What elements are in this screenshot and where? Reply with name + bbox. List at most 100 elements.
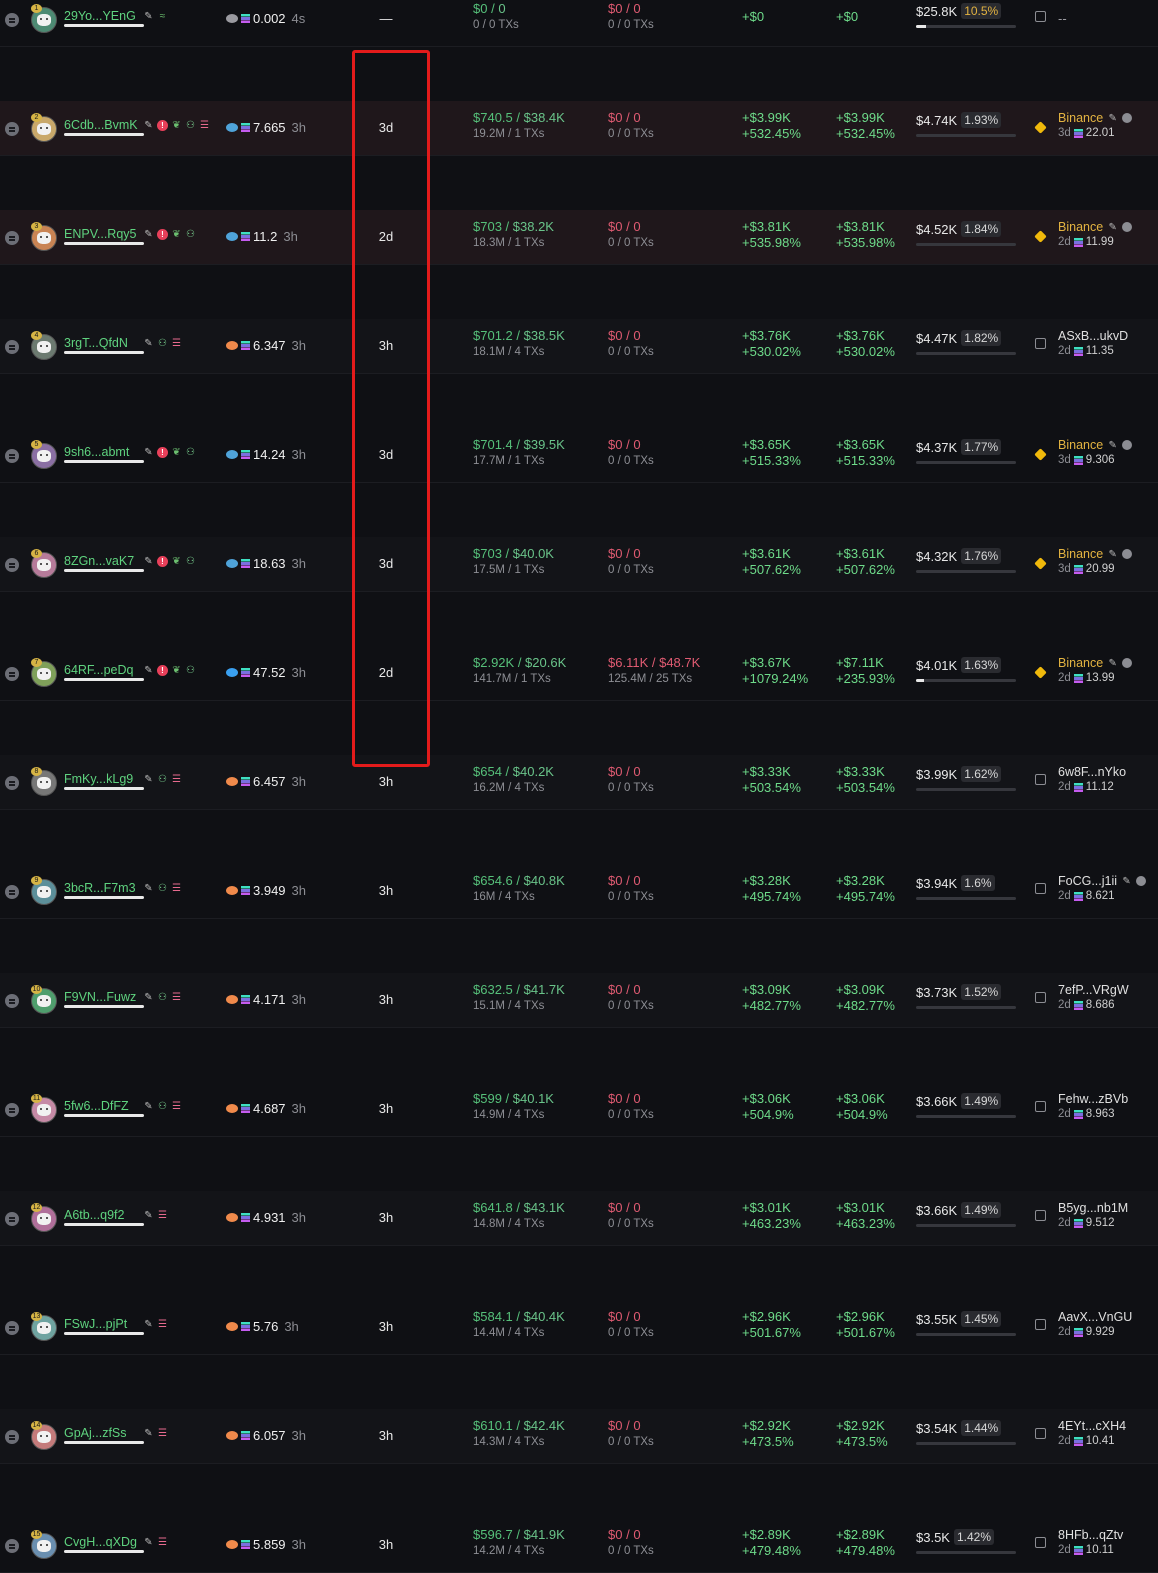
table-row[interactable]: 1 29Yo...YEnG ✎ ≈ 0.002 4s — $0 / 0 0 / 0… [0, 0, 1158, 47]
source-name[interactable]: ASxB...ukvD [1058, 328, 1128, 344]
wallet-name[interactable]: FSwJ...pjPt [64, 1317, 127, 1331]
row-menu-icon[interactable] [5, 776, 19, 790]
wallet-name[interactable]: 6Cdb...BvmK [64, 118, 138, 132]
table-row[interactable]: 13 FSwJ...pjPt ✎ ☰ 5.76 3h 3h $584.1 / $4… [0, 1300, 1158, 1355]
wallet-name[interactable]: FmKy...kLg9 [64, 772, 133, 786]
transfer-icon[interactable] [1035, 338, 1046, 349]
pencil-icon[interactable]: ✎ [143, 1428, 154, 1439]
source-name[interactable]: Binance [1058, 110, 1103, 126]
transfer-icon[interactable] [1035, 11, 1046, 22]
leaf-icon: ❦ [172, 446, 181, 458]
row-menu-icon[interactable] [5, 1103, 19, 1117]
wallet-name[interactable]: 29Yo...YEnG [64, 9, 136, 23]
row-menu-icon[interactable] [5, 885, 19, 899]
transfer-icon[interactable] [1035, 1101, 1046, 1112]
pencil-icon[interactable]: ✎ [1107, 113, 1118, 124]
pnl-total-pct: +473.5% [836, 1434, 888, 1449]
rank-badge: 12 [31, 1203, 42, 1212]
table-row[interactable]: 8 FmKy...kLg9 ✎ ⚇ ☰ 6.457 3h 3h $654 / $40… [0, 755, 1158, 810]
pencil-icon[interactable]: ✎ [143, 120, 154, 131]
table-row[interactable]: 5 9sh6...abmt ✎! ❦ ⚇ 14.24 3h 3d $701.4 / … [0, 428, 1158, 483]
pencil-icon[interactable]: ✎ [143, 1210, 154, 1221]
wallet-name[interactable]: ENPV...Rqy5 [64, 227, 137, 241]
transfer-icon[interactable] [1035, 992, 1046, 1003]
pencil-icon[interactable]: ✎ [143, 229, 154, 240]
pencil-icon[interactable]: ✎ [143, 1319, 154, 1330]
source-name[interactable]: 6w8F...nYko [1058, 764, 1126, 780]
pencil-icon[interactable]: ✎ [143, 992, 154, 1003]
wallet-name[interactable]: CvgH...qXDg [64, 1535, 137, 1549]
pencil-icon[interactable]: ✎ [1107, 222, 1118, 233]
table-row[interactable]: 3 ENPV...Rqy5 ✎! ❦ ⚇ 11.2 3h 2d $703 / $38… [0, 210, 1158, 265]
pencil-icon[interactable]: ✎ [143, 774, 154, 785]
wallet-name[interactable]: 64RF...peDq [64, 663, 133, 677]
wallet-name[interactable]: 8ZGn...vaK7 [64, 554, 134, 568]
row-menu-icon[interactable] [5, 1212, 19, 1226]
table-row[interactable]: 15 CvgH...qXDg ✎ ☰ 5.859 3h 3h $596.7 / $… [0, 1518, 1158, 1573]
row-menu-icon[interactable] [5, 558, 19, 572]
source-name[interactable]: Fehw...zBVb [1058, 1091, 1128, 1107]
row-menu-icon[interactable] [5, 13, 19, 27]
source-name[interactable]: 7efP...VRgW [1058, 982, 1129, 998]
table-row[interactable]: 4 3rgT...QfdN ✎ ⚇ ☰ 6.347 3h 3h $701.2 / $… [0, 319, 1158, 374]
table-row[interactable]: 9 3bcR...F7m3 ✎ ⚇ ☰ 3.949 3h 3h $654.6 / $… [0, 864, 1158, 919]
table-row[interactable]: 10 F9VN...Fuwz ✎ ⚇ ☰ 4.171 3h 3h $632.5 / … [0, 973, 1158, 1028]
table-row[interactable]: 6 8ZGn...vaK7 ✎! ❦ ⚇ 18.63 3h 3d $703 / $4… [0, 537, 1158, 592]
transfer-icon[interactable] [1035, 1210, 1046, 1221]
source-name[interactable]: Binance [1058, 546, 1103, 562]
pencil-icon[interactable]: ✎ [143, 1537, 154, 1548]
row-menu-icon[interactable] [5, 994, 19, 1008]
wallet-name[interactable]: 3bcR...F7m3 [64, 881, 136, 895]
table-row[interactable]: 11 5fw6...DfFZ ✎ ⚇ ☰ 4.687 3h 3h $599 / $4… [0, 1082, 1158, 1137]
wallet-name[interactable]: 9sh6...abmt [64, 445, 129, 459]
user-icon: ⚇ [186, 228, 195, 240]
row-menu-icon[interactable] [5, 231, 19, 245]
wallet-name[interactable]: 3rgT...QfdN [64, 336, 128, 350]
table-row[interactable]: 12 A6tb...q9f2 ✎ ☰ 4.931 3h 3h $641.8 / $… [0, 1191, 1158, 1246]
wallet-name[interactable]: GpAj...zfSs [64, 1426, 127, 1440]
pencil-icon[interactable]: ✎ [143, 338, 154, 349]
pencil-icon[interactable]: ✎ [1107, 658, 1118, 669]
row-menu-icon[interactable] [5, 122, 19, 136]
transfer-icon[interactable] [1035, 1537, 1046, 1548]
source-name[interactable]: AavX...VnGU [1058, 1309, 1132, 1325]
pencil-icon[interactable]: ✎ [1107, 440, 1118, 451]
balance-age: 4s [291, 11, 306, 26]
shrimp-icon [226, 995, 238, 1004]
row-menu-icon[interactable] [5, 1539, 19, 1553]
table-row[interactable]: 14 GpAj...zfSs ✎ ☰ 6.057 3h 3h $610.1 / $… [0, 1409, 1158, 1464]
pencil-icon[interactable]: ✎ [143, 665, 154, 676]
pencil-icon[interactable]: ✎ [143, 1101, 154, 1112]
source-name[interactable]: Binance [1058, 655, 1103, 671]
source-name[interactable]: Binance [1058, 219, 1103, 235]
pencil-icon[interactable]: ✎ [143, 883, 154, 894]
row-menu-icon[interactable] [5, 667, 19, 681]
table-row[interactable]: 7 64RF...peDq ✎! ❦ ⚇ 47.52 3h 2d $2.92K / … [0, 646, 1158, 701]
table-row[interactable]: 2 6Cdb...BvmK ✎! ❦ ⚇ ☰ 7.665 3h 3d $740.5 /… [0, 101, 1158, 156]
wallet-name[interactable]: 5fw6...DfFZ [64, 1099, 129, 1113]
source-name[interactable]: B5yg...nb1M [1058, 1200, 1128, 1216]
row-menu-icon[interactable] [5, 340, 19, 354]
wallet-name[interactable]: F9VN...Fuwz [64, 990, 136, 1004]
sell-usd: $0 [608, 219, 623, 234]
source-name[interactable]: FoCG...j1ii [1058, 873, 1117, 889]
transfer-icon[interactable] [1035, 1319, 1046, 1330]
pencil-icon[interactable]: ✎ [143, 447, 154, 458]
pencil-icon[interactable]: ✎ [1107, 549, 1118, 560]
rank-badge: 5 [31, 440, 42, 449]
transfer-icon[interactable] [1035, 883, 1046, 894]
transfer-icon[interactable] [1035, 774, 1046, 785]
transfer-icon[interactable] [1035, 1428, 1046, 1439]
pencil-icon[interactable]: ✎ [143, 11, 154, 22]
source-name[interactable]: Binance [1058, 437, 1103, 453]
balance-age: 3h [291, 338, 307, 353]
pencil-icon[interactable]: ✎ [1121, 876, 1132, 887]
row-menu-icon[interactable] [5, 1321, 19, 1335]
row-menu-icon[interactable] [5, 449, 19, 463]
user-icon: ⚇ [186, 446, 195, 458]
source-name[interactable]: 4EYt...cXH4 [1058, 1418, 1126, 1434]
pencil-icon[interactable]: ✎ [143, 556, 154, 567]
row-menu-icon[interactable] [5, 1430, 19, 1444]
source-name[interactable]: 8HFb...qZtv [1058, 1527, 1123, 1543]
wallet-name[interactable]: A6tb...q9f2 [64, 1208, 124, 1222]
